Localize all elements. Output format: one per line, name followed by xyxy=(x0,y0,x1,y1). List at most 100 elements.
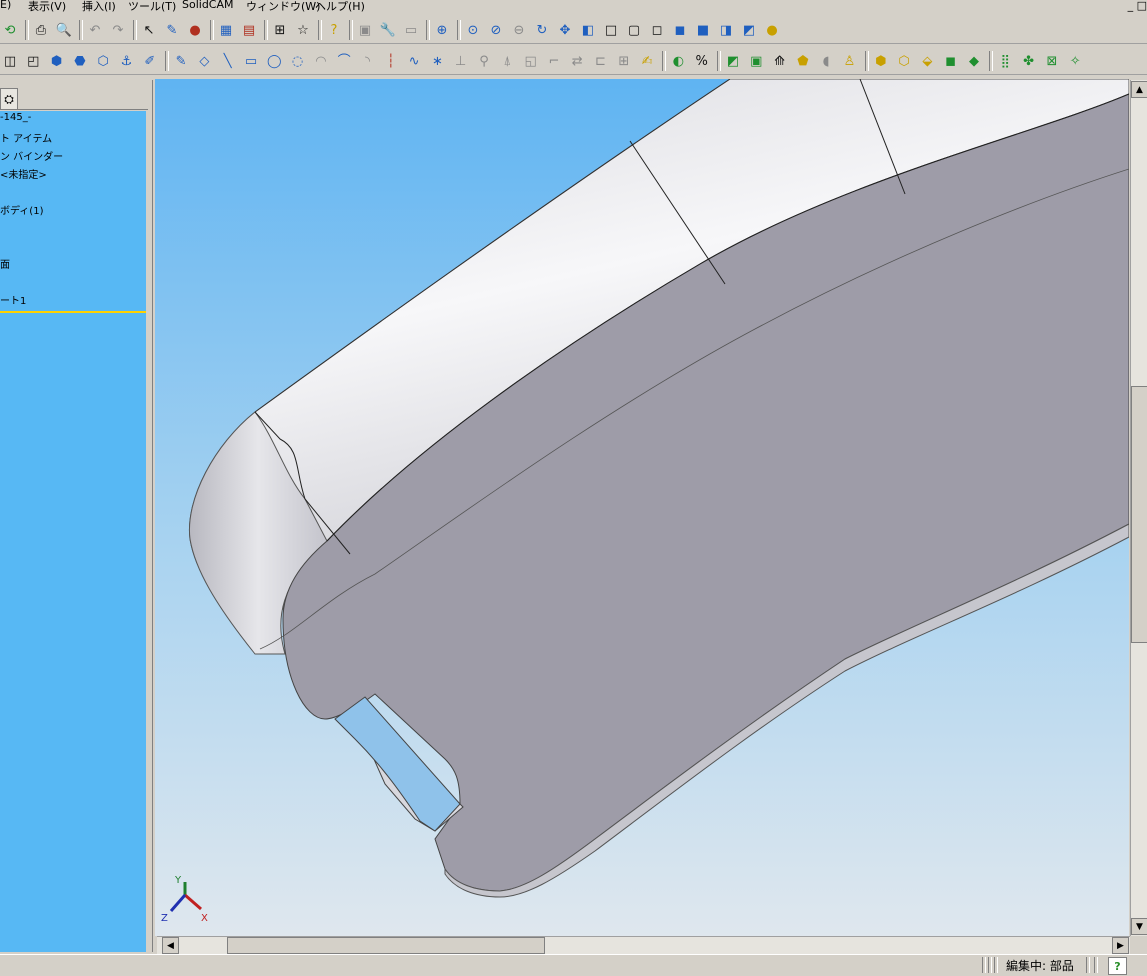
tree-item-sketch[interactable]: ート1 xyxy=(0,292,26,307)
view-button[interactable]: ▭ xyxy=(401,20,421,40)
menu-window[interactable]: ウィンドウ(W) xyxy=(246,0,320,14)
sketch-button[interactable]: ✎ xyxy=(162,20,182,40)
feature-tool-2-button[interactable]: ▣ xyxy=(746,51,766,71)
pan-button[interactable]: ✥ xyxy=(555,20,575,40)
zoom-fit-button[interactable]: ⊕ xyxy=(432,20,452,40)
feature-tool-5-button[interactable]: ◖ xyxy=(816,51,836,71)
3d-sketch-button[interactable]: ✍ xyxy=(637,51,657,71)
vertical-scroll-thumb[interactable] xyxy=(1131,386,1147,643)
circle-button[interactable]: ◯ xyxy=(264,51,284,71)
brush-button[interactable]: ✐ xyxy=(140,51,160,71)
traffic-light-button[interactable]: ● xyxy=(185,20,205,40)
tree-item-design-binder[interactable]: ン バインダー xyxy=(0,148,63,163)
convert-button[interactable]: ⊏ xyxy=(591,51,611,71)
hide-show-button[interactable]: % xyxy=(692,51,712,71)
wrench-button[interactable]: 🔧 xyxy=(378,20,398,40)
standard-views-button[interactable]: ◧ xyxy=(578,20,598,40)
solid-tool-3-button[interactable]: ⬙ xyxy=(917,51,937,71)
section-view-button[interactable]: ◨ xyxy=(716,20,736,40)
tree-item-material[interactable]: <未指定> xyxy=(0,166,47,181)
menu-tools[interactable]: ツール(T) xyxy=(128,0,176,14)
hidden-removed-button[interactable]: ◻ xyxy=(647,20,667,40)
redo-button[interactable]: ↷ xyxy=(108,20,128,40)
centerline-button[interactable]: ┆ xyxy=(381,51,401,71)
quick-help-button[interactable]: ? xyxy=(1108,957,1127,975)
print-button[interactable]: ⎙ xyxy=(31,20,51,40)
feature-tool-6-button[interactable]: ♙ xyxy=(840,51,860,71)
render-sphere-button[interactable]: ● xyxy=(762,20,782,40)
arc-button[interactable]: ◌ xyxy=(288,51,308,71)
relation-button[interactable]: ⊥ xyxy=(451,51,471,71)
tree-item-plane[interactable]: 面 xyxy=(0,256,10,271)
feature-tool-3-button[interactable]: ⟰ xyxy=(770,51,790,71)
trim-button[interactable]: ⌐ xyxy=(544,51,564,71)
grid-button[interactable]: ▦ xyxy=(216,20,236,40)
scroll-up-button[interactable]: ▲ xyxy=(1131,81,1147,98)
print-preview-button[interactable]: 🔍 xyxy=(54,20,74,40)
menu-help[interactable]: ヘルプ(H) xyxy=(315,0,365,14)
array-button[interactable]: ⣿ xyxy=(995,51,1015,71)
scroll-down-button[interactable]: ▼ xyxy=(1131,918,1147,935)
zoom-inout-button[interactable]: ⊘ xyxy=(486,20,506,40)
menu-view[interactable]: 表示(V) xyxy=(28,0,66,14)
tangent-arc-button[interactable]: ◠ xyxy=(311,51,331,71)
feature-tool-1-button[interactable]: ◩ xyxy=(723,51,743,71)
menu-solidcam[interactable]: SolidCAM xyxy=(182,0,234,11)
feature-tool-4-button[interactable]: ⬟ xyxy=(793,51,813,71)
extend-button[interactable]: ⇄ xyxy=(567,51,587,71)
extrude-button[interactable]: ◫ xyxy=(0,51,20,71)
line-button[interactable]: ╲ xyxy=(218,51,238,71)
window-controls[interactable]: _ □ xyxy=(1128,0,1147,12)
revolve-button[interactable]: ◰ xyxy=(23,51,43,71)
solid-tool-4-button[interactable]: ◼ xyxy=(941,51,961,71)
brick-button[interactable]: ▤ xyxy=(239,20,259,40)
shell-blue-button[interactable]: ⬡ xyxy=(93,51,113,71)
pattern-button[interactable]: ⊞ xyxy=(614,51,634,71)
point-button[interactable]: ∗ xyxy=(427,51,447,71)
zoom-selection-button[interactable]: ⊖ xyxy=(509,20,529,40)
select-button[interactable]: ↖ xyxy=(139,20,159,40)
cylinder-blue-button[interactable]: ⬣ xyxy=(70,51,90,71)
rectangle-button[interactable]: ▭ xyxy=(241,51,261,71)
horizontal-scrollbar[interactable]: ◀ ▶ xyxy=(157,936,1130,954)
rebuild-button[interactable]: ⟲ xyxy=(0,20,20,40)
display-style-button[interactable]: ◐ xyxy=(668,51,688,71)
scroll-right-button[interactable]: ▶ xyxy=(1112,937,1129,954)
scroll-left-button[interactable]: ◀ xyxy=(162,937,179,954)
spline-button[interactable]: ∿ xyxy=(404,51,424,71)
help-button[interactable]: ? xyxy=(324,20,344,40)
menu-file[interactable]: E) xyxy=(0,0,11,11)
feature-tree-tab[interactable]: ⛭ xyxy=(0,88,18,109)
shaded-edges-button[interactable]: ◼ xyxy=(670,20,690,40)
centerpoint-arc-button[interactable]: ⌒ xyxy=(334,51,354,71)
smart-select-button[interactable]: ☆ xyxy=(293,20,313,40)
wireframe-button[interactable]: □ xyxy=(601,20,621,40)
smart-dim-button[interactable]: ◇ xyxy=(194,51,214,71)
solid-tool-2-button[interactable]: ⬡ xyxy=(894,51,914,71)
hidden-lines-button[interactable]: ▢ xyxy=(624,20,644,40)
tree-item-part[interactable]: -145_- xyxy=(0,112,31,123)
tree-item-design-items[interactable]: ト アイテム xyxy=(0,130,52,145)
box-blue-button[interactable]: ⬢ xyxy=(47,51,67,71)
graphics-viewport[interactable]: Y X Z xyxy=(155,79,1129,936)
fix-button[interactable]: ⚲ xyxy=(474,51,494,71)
dimension-button[interactable]: ⊞ xyxy=(270,20,290,40)
assembly-button[interactable]: ▣ xyxy=(355,20,375,40)
anchor-button[interactable]: ⚓ xyxy=(117,51,137,71)
vertical-scrollbar[interactable]: ▲ ▼ xyxy=(1130,80,1147,936)
move-copy-button[interactable]: ✤ xyxy=(1019,51,1039,71)
rotate-button[interactable]: ↻ xyxy=(532,20,552,40)
tree-item-solid-bodies[interactable]: ボディ(1) xyxy=(0,202,43,217)
menu-insert[interactable]: 挿入(I) xyxy=(82,0,116,14)
solid-tool-5-button[interactable]: ◆ xyxy=(964,51,984,71)
offset-button[interactable]: ◱ xyxy=(521,51,541,71)
undo-button[interactable]: ↶ xyxy=(85,20,105,40)
zoom-area-button[interactable]: ⊙ xyxy=(463,20,483,40)
mirror-button[interactable]: ⍋ xyxy=(497,51,517,71)
pin-button[interactable]: ✧ xyxy=(1065,51,1085,71)
three-point-arc-button[interactable]: ◝ xyxy=(358,51,378,71)
split-button[interactable]: ⊠ xyxy=(1042,51,1062,71)
perspective-button[interactable]: ◩ xyxy=(739,20,759,40)
solid-tool-1-button[interactable]: ⬢ xyxy=(871,51,891,71)
shaded-button[interactable]: ■ xyxy=(693,20,713,40)
